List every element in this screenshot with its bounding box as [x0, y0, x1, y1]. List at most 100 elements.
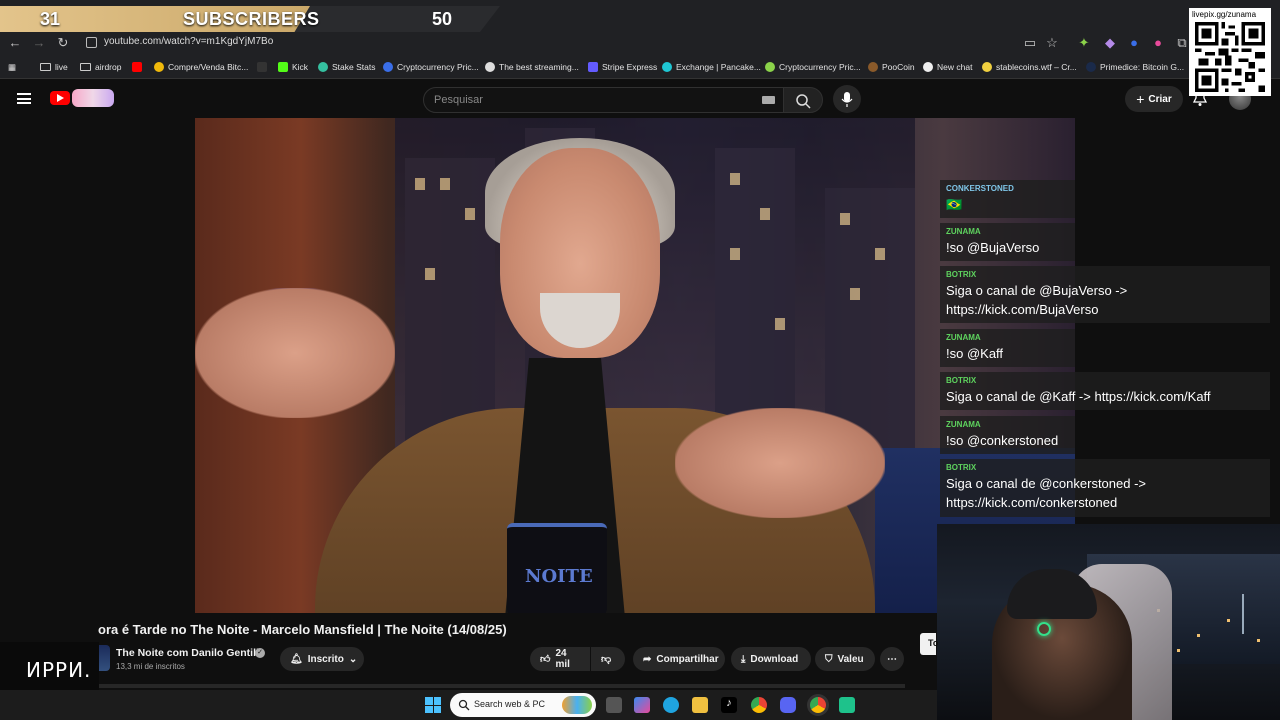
microphone-icon [841, 92, 853, 107]
forward-button[interactable]: → [31, 35, 47, 51]
tooltip-fragment: To [920, 633, 938, 655]
like-button[interactable]: 👍︎ 24 mil [530, 647, 590, 671]
mug-logo-text: NOITE [525, 566, 593, 587]
bookmark-cryptocurrency-1[interactable]: Cryptocurrency Pric... [383, 60, 479, 74]
task-view-icon[interactable] [606, 697, 622, 713]
bell-icon: 🔔︎ [290, 653, 303, 665]
chat-text: Siga o canal de @Kaff -> https://kick.co… [946, 389, 1211, 404]
chrome-active-icon[interactable] [810, 697, 826, 713]
subscriber-label: SUBSCRIBERS [183, 9, 320, 29]
extensions-puzzle-icon[interactable]: ⧉ [1174, 35, 1190, 51]
plus-icon: + [1136, 91, 1145, 107]
windows-taskbar: Search web & PC ♪ [0, 690, 937, 720]
share-label: Compartilhar [656, 653, 719, 665]
create-button[interactable]: + Criar [1125, 86, 1183, 112]
thumbs-down-icon: 👎︎ [601, 654, 612, 665]
more-actions-button[interactable]: ⋯ [880, 647, 904, 671]
bookmark-stripe[interactable]: Stripe Express [588, 60, 657, 74]
reload-button[interactable]: ↻ [55, 35, 71, 51]
bookmark-live[interactable]: live [40, 60, 68, 74]
description-divider [99, 684, 905, 688]
windows-start-icon[interactable] [425, 697, 441, 713]
chevron-down-icon: ⌄ [348, 653, 358, 665]
chat-text: Siga o canal de @conkerstoned -> https:/… [946, 476, 1147, 510]
share-button[interactable]: ➦ Compartilhar [633, 647, 725, 671]
youtube-doodle[interactable] [72, 89, 114, 107]
apps-grid-icon[interactable]: ▦ [8, 60, 16, 74]
discord-icon[interactable] [780, 697, 796, 713]
chat-username: ZUNAMA [946, 420, 981, 429]
stake-bookmark-icon[interactable] [257, 60, 267, 74]
menu-icon[interactable] [17, 93, 31, 104]
thanks-label: Valeu [837, 653, 864, 665]
chat-message: BOTRIX Siga o canal de @Kaff -> https://… [940, 372, 1270, 410]
chat-message: ZUNAMA !so @BujaVerso [940, 223, 1075, 261]
bookmark-streaming[interactable]: The best streaming... [485, 60, 579, 74]
thumbs-up-icon: 👍︎ [540, 654, 551, 665]
cast-icon[interactable]: ▭ [1022, 35, 1038, 51]
thanks-button[interactable]: ⛉ Valeu [815, 647, 875, 671]
search-button[interactable] [783, 87, 823, 113]
tiktok-icon[interactable]: ♪ [721, 697, 737, 713]
bookmark-airdrop[interactable]: airdrop [80, 60, 121, 74]
bookmark-stake-stats[interactable]: Stake Stats [318, 60, 375, 74]
channel-name[interactable]: The Noite com Danilo Gentili [116, 647, 259, 659]
bookmark-star-icon[interactable]: ☆ [1044, 35, 1060, 51]
extension-pink-icon[interactable]: ● [1150, 35, 1166, 51]
bookmark-pancake[interactable]: Exchange | Pancake... [662, 60, 761, 74]
chat-username: BOTRIX [946, 270, 977, 279]
chat-text: !so @Kaff [946, 346, 1004, 361]
copilot-icon[interactable] [634, 697, 650, 713]
search-icon [796, 94, 811, 109]
site-info-icon[interactable] [86, 37, 97, 48]
keyboard-icon[interactable] [762, 96, 775, 104]
download-icon: ⤓ [741, 653, 746, 665]
subscribed-button[interactable]: 🔔︎ Inscrito ⌄ [280, 647, 364, 671]
back-button[interactable]: ← [7, 35, 23, 51]
youtube-logo-icon[interactable] [50, 91, 70, 105]
bookmark-primedice[interactable]: Primedice: Bitcoin G... [1086, 60, 1184, 74]
voice-search-button[interactable] [833, 85, 861, 113]
download-label: Download [750, 653, 799, 665]
bookmark-cryptocurrency-2[interactable]: Cryptocurrency Pric... [765, 60, 861, 74]
chat-username: BOTRIX [946, 463, 977, 472]
chat-username: ZUNAMA [946, 227, 981, 236]
edge-icon[interactable] [663, 697, 679, 713]
subscriber-goal: 50 [432, 9, 453, 29]
extension-purple-icon[interactable]: ◆ [1102, 35, 1118, 51]
taskbar-search-icon [458, 699, 470, 711]
file-explorer-icon[interactable] [692, 697, 708, 713]
bookmark-compre-venda[interactable]: Compre/Venda Bitc... [154, 60, 248, 74]
chat-text: Siga o canal de @BujaVerso -> https://ki… [946, 283, 1128, 317]
extension-leaf-icon[interactable]: ✦ [1076, 35, 1092, 51]
bookmark-kick[interactable]: Kick [278, 60, 308, 74]
search-placeholder: Pesquisar [434, 94, 483, 106]
chat-message: ZUNAMA !so @Kaff [940, 329, 1075, 367]
guest-left-hand [195, 288, 395, 418]
subscriber-count-text: 13,3 mi de inscritos [116, 662, 185, 671]
chat-text: !so @BujaVerso [946, 240, 1040, 255]
url-text: youtube.com/watch?v=m1KgdYjM7Bo [104, 36, 274, 47]
chat-username: ZUNAMA [946, 333, 981, 342]
search-input[interactable]: Pesquisar [423, 87, 789, 113]
taskbar-search-input[interactable]: Search web & PC [450, 693, 596, 717]
chat-username: CONKERSTONED [946, 184, 1014, 193]
extension-shield-icon[interactable]: ● [1126, 35, 1142, 51]
chat-message: ZUNAMA !so @conkerstoned [940, 416, 1075, 454]
chat-text: 🇧🇷 [946, 197, 963, 212]
chrome-icon[interactable] [751, 697, 767, 713]
more-dots-icon: ⋯ [887, 653, 897, 665]
address-bar[interactable]: youtube.com/watch?v=m1KgdYjM7Bo [80, 32, 1080, 54]
browser-tab-strip: ⌄ 31 SUBSCRIBERS 50 [0, 0, 1280, 32]
bookmark-stablecoins[interactable]: stablecoins.wtf – Cr... [982, 60, 1077, 74]
bookmark-new-chat[interactable]: New chat [923, 60, 972, 74]
youtube-header: Pesquisar + Criar [0, 80, 1280, 118]
app-green-icon[interactable] [839, 697, 855, 713]
dislike-button[interactable]: 👎︎ [591, 647, 625, 671]
youtube-bookmark-icon[interactable] [132, 60, 142, 74]
video-title: ora é Tarde no The Noite - Marcelo Mansf… [98, 622, 507, 637]
verified-check-icon: ✓ [255, 648, 265, 658]
bookmark-poocoin[interactable]: PooCoin [868, 60, 915, 74]
download-button[interactable]: ⤓ Download [731, 647, 811, 671]
like-count: 24 mil [555, 648, 570, 670]
